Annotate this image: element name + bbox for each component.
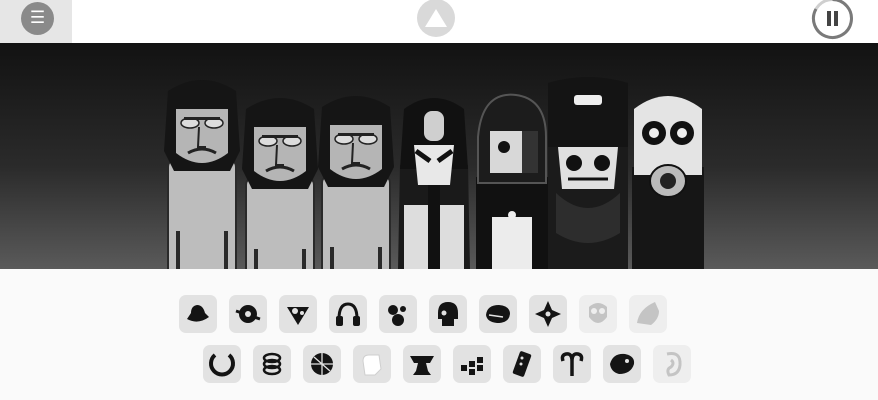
character-1[interactable] [162, 78, 242, 269]
keys-icon[interactable] [453, 345, 491, 383]
pause-icon[interactable] [811, 0, 854, 40]
disc-icon[interactable] [229, 295, 267, 333]
remote-icon[interactable] [503, 345, 541, 383]
aries-icon[interactable] [553, 345, 591, 383]
hat-icon[interactable] [179, 295, 217, 333]
character-5[interactable] [476, 93, 548, 269]
skull-icon[interactable] [429, 295, 467, 333]
cap-icon[interactable] [479, 295, 517, 333]
glove-icon[interactable] [353, 345, 391, 383]
globe-icon[interactable] [303, 345, 341, 383]
character-3[interactable] [316, 94, 396, 269]
hood-icon[interactable] [629, 295, 667, 333]
ring-icon[interactable] [203, 345, 241, 383]
menu-zone: ☰ [0, 0, 72, 43]
character-4[interactable] [398, 98, 470, 269]
bubbles-icon[interactable] [379, 295, 417, 333]
stage [0, 43, 878, 269]
sound-row-1 [179, 295, 667, 333]
triangle-logo-icon [417, 0, 455, 37]
top-bar: ☰ [0, 0, 878, 43]
headphones-icon[interactable] [329, 295, 367, 333]
gasmask-icon[interactable] [579, 295, 617, 333]
anvil-icon[interactable] [403, 345, 441, 383]
character-7[interactable] [632, 96, 704, 269]
sound-row-2 [203, 345, 691, 383]
menu-icon[interactable]: ☰ [21, 2, 54, 35]
coil-icon[interactable] [253, 345, 291, 383]
sound-tray [0, 269, 878, 400]
character-2[interactable] [240, 96, 320, 269]
menu-glyph: ☰ [29, 8, 46, 28]
fish-icon[interactable] [603, 345, 641, 383]
cross-icon[interactable] [529, 295, 567, 333]
ear-icon[interactable] [653, 345, 691, 383]
dots-icon[interactable] [279, 295, 317, 333]
character-6[interactable] [548, 77, 628, 269]
